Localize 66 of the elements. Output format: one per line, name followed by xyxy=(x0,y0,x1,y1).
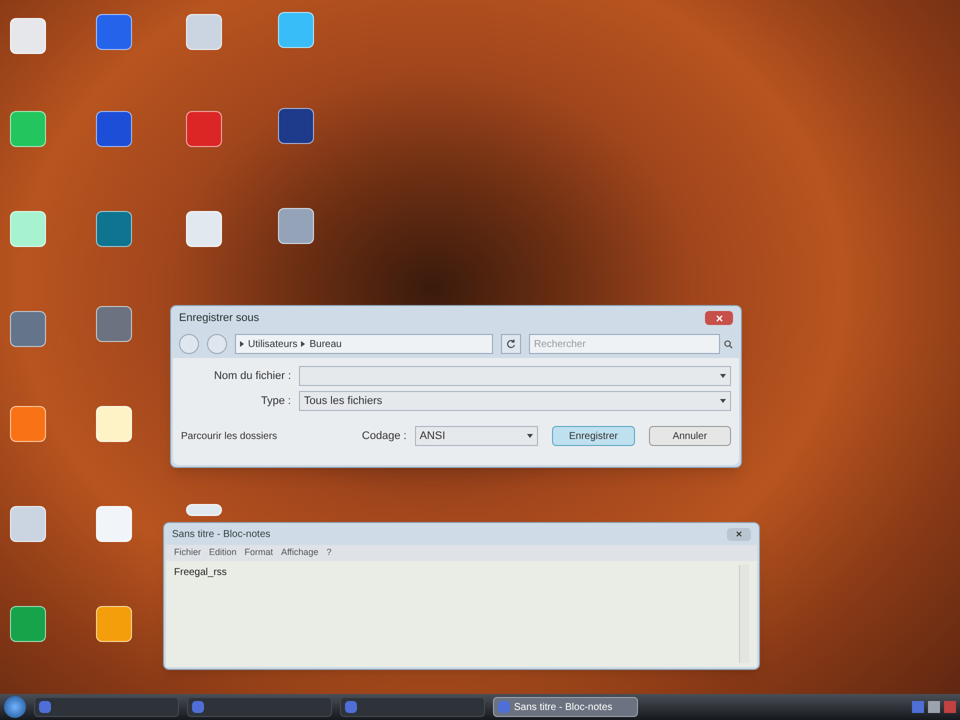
program-icon xyxy=(192,701,204,713)
triangle-icon xyxy=(240,341,244,347)
shortcut-icon[interactable] xyxy=(186,111,222,147)
dropdown-field[interactable]: Tous les fichiers xyxy=(299,391,731,411)
search-field[interactable]: Rechercher xyxy=(529,334,720,354)
shortcut-icon[interactable] xyxy=(10,311,46,347)
dropdown-field[interactable] xyxy=(299,366,731,386)
shortcut-icon[interactable] xyxy=(186,504,222,516)
menu-item[interactable]: ? xyxy=(326,546,332,560)
shortcut-icon[interactable] xyxy=(10,18,46,54)
field-label: Nom du fichier : xyxy=(212,368,291,384)
shortcut-icon[interactable] xyxy=(10,506,46,542)
dialog-button[interactable]: Annuler xyxy=(648,426,731,446)
window-title: Enregistrer sous xyxy=(179,310,260,326)
shortcut-icon[interactable] xyxy=(10,606,46,642)
breadcrumb-item[interactable]: Utilisateurs xyxy=(248,336,298,352)
close-icon xyxy=(716,314,722,322)
menu-item[interactable]: Edition xyxy=(209,546,237,560)
taskbar-button[interactable] xyxy=(187,697,332,717)
program-icon xyxy=(345,701,357,713)
taskbar-button[interactable] xyxy=(340,697,485,717)
document-text: Freegal_rss xyxy=(174,566,227,580)
menu-item[interactable]: Format xyxy=(244,546,274,560)
taskbar-button[interactable]: Sans titre - Bloc-notes xyxy=(493,697,638,717)
shortcut-icon[interactable] xyxy=(278,108,314,144)
close-button[interactable] xyxy=(705,311,733,325)
shortcut-icon[interactable] xyxy=(278,208,314,244)
window-title: Sans titre - Bloc-notes xyxy=(172,528,270,542)
forward-button[interactable] xyxy=(207,334,227,354)
scrollbar[interactable] xyxy=(739,565,749,663)
dialog-button[interactable]: Enregistrer xyxy=(552,426,635,446)
dropdown-field[interactable]: ANSI xyxy=(414,426,538,446)
shortcut-icon[interactable] xyxy=(96,506,132,542)
search-icon xyxy=(724,340,733,348)
shortcut-icon[interactable] xyxy=(96,111,132,147)
menu-item[interactable]: Fichier xyxy=(174,546,202,560)
shortcut-icon[interactable] xyxy=(96,211,132,247)
shortcut-icon[interactable] xyxy=(10,406,46,442)
refresh-icon xyxy=(506,339,516,349)
back-button[interactable] xyxy=(179,334,199,354)
shortcut-icon[interactable] xyxy=(10,211,46,247)
field-label: Codage : xyxy=(360,428,407,444)
shortcut-icon[interactable] xyxy=(10,111,46,147)
program-icon xyxy=(39,701,51,713)
caret-icon xyxy=(720,374,726,378)
breadcrumb-item[interactable]: Bureau xyxy=(309,336,342,352)
caret-icon xyxy=(527,434,534,438)
menu-item[interactable]: Affichage xyxy=(281,546,318,560)
shortcut-icon[interactable] xyxy=(96,306,132,342)
address-bar[interactable]: Utilisateurs Bureau xyxy=(235,334,493,354)
browse-folders-toggle[interactable]: Parcourir les dossiers xyxy=(181,428,348,444)
triangle-icon xyxy=(301,341,306,347)
close-button[interactable] xyxy=(727,528,751,540)
program-icon xyxy=(498,701,510,713)
refresh-button[interactable] xyxy=(501,334,521,354)
taskbar-button[interactable] xyxy=(34,697,179,717)
shortcut-icon[interactable] xyxy=(186,14,222,50)
shortcut-icon[interactable] xyxy=(96,406,132,442)
field-label: Type : xyxy=(260,394,291,409)
shortcut-icon[interactable] xyxy=(278,12,314,48)
shortcut-icon[interactable] xyxy=(96,14,132,50)
close-icon xyxy=(736,531,742,537)
caret-icon xyxy=(720,399,726,403)
shortcut-icon[interactable] xyxy=(186,211,222,247)
shortcut-icon[interactable] xyxy=(96,606,132,642)
start-button[interactable] xyxy=(4,696,26,718)
